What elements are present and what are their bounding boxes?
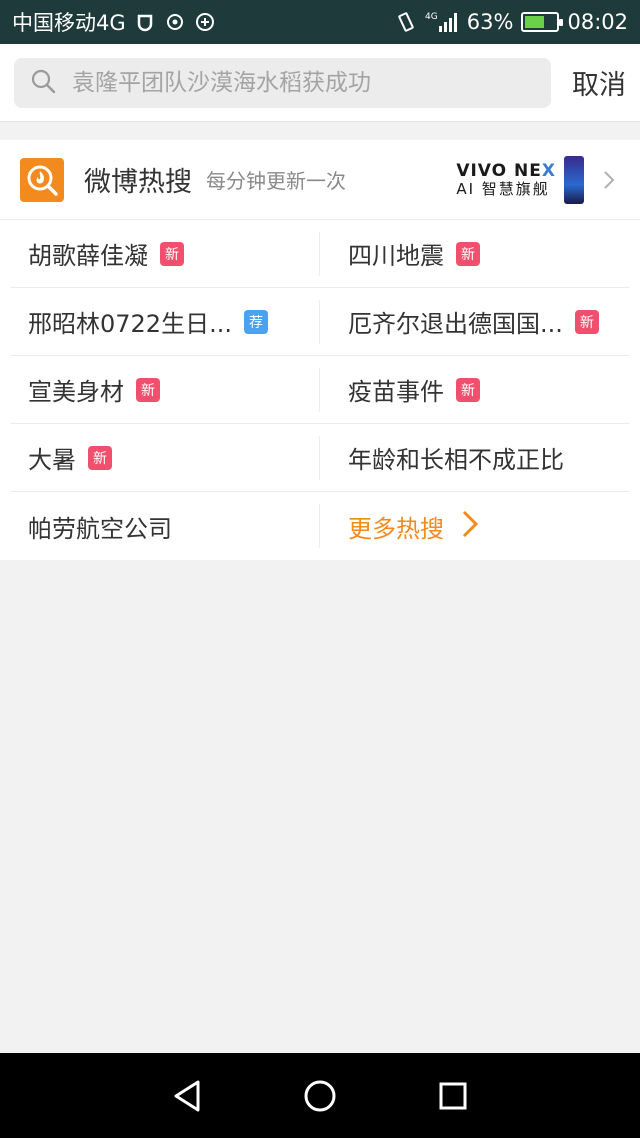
hot-item[interactable]: 四川地震 新 xyxy=(320,220,630,287)
hot-item-text: 大暑 xyxy=(28,446,76,474)
badge-recommend: 荐 xyxy=(243,309,268,334)
battery-percent: 63% xyxy=(466,10,514,34)
alarm-icon xyxy=(134,11,156,33)
sync-icon xyxy=(194,11,216,33)
more-hot-search-link[interactable]: 更多热搜 xyxy=(320,492,630,560)
hot-row: 胡歌薛佳凝 新 四川地震 新 xyxy=(10,220,630,288)
hot-item-text: 年龄和长相不成正比 xyxy=(348,446,564,474)
clock: 08:02 xyxy=(567,10,628,34)
hot-item[interactable]: 年龄和长相不成正比 xyxy=(320,424,630,491)
recents-button[interactable] xyxy=(431,1074,475,1118)
hot-search-card: 微博热搜 每分钟更新一次 VIVO NEX AI 智慧旗舰 胡歌薛佳凝 新 四川… xyxy=(0,140,640,560)
hot-item-text: 四川地震 xyxy=(348,242,444,270)
chevron-right-icon xyxy=(598,169,620,191)
ad-slogan: AI 智慧旗舰 xyxy=(456,179,550,198)
battery-icon xyxy=(521,12,564,32)
hot-row: 帕劳航空公司 更多热搜 xyxy=(10,492,630,560)
recents-square-icon xyxy=(439,1082,467,1109)
hot-search-grid: 胡歌薛佳凝 新 四川地震 新 邢昭林0722生日... 荐 厄齐尔退出德国国..… xyxy=(0,220,640,560)
hot-item[interactable]: 厄齐尔退出德国国... 新 xyxy=(320,288,630,355)
home-circle-icon xyxy=(304,1080,336,1111)
hot-search-header[interactable]: 微博热搜 每分钟更新一次 VIVO NEX AI 智慧旗舰 xyxy=(0,140,640,220)
hot-item-text: 胡歌薛佳凝 xyxy=(28,242,148,270)
hot-item[interactable]: 胡歌薛佳凝 新 xyxy=(10,220,320,287)
hotspot-icon xyxy=(164,11,186,33)
badge-new: 新 xyxy=(574,309,599,334)
navigation-bar xyxy=(0,1053,640,1138)
back-button[interactable] xyxy=(165,1074,209,1118)
more-hot-search-label: 更多热搜 xyxy=(348,514,444,543)
hot-row: 宣美身材 新 疫苗事件 新 xyxy=(10,356,630,424)
home-button[interactable] xyxy=(298,1074,342,1118)
hot-item-text: 邢昭林0722生日... xyxy=(28,310,232,338)
hot-item-text: 厄齐尔退出德国国... xyxy=(348,310,563,338)
search-header: 取消 xyxy=(0,44,640,122)
hot-search-title: 微博热搜 xyxy=(84,167,192,198)
hot-search-logo-icon xyxy=(20,157,64,202)
badge-new: 新 xyxy=(456,241,480,266)
hot-search-subtitle: 每分钟更新一次 xyxy=(206,169,346,193)
hot-row: 邢昭林0722生日... 荐 厄齐尔退出德国国... 新 xyxy=(10,288,630,356)
screen: 中国移动4G 4G 63% 08:02 袁隆平团队沙漠海水稻获成功 取消 微博热… xyxy=(0,0,640,1138)
hot-item[interactable]: 帕劳航空公司 xyxy=(10,492,320,560)
status-bar: 中国移动4G 4G 63% 08:02 xyxy=(0,0,640,44)
ad-brand: VIVO NEX xyxy=(456,160,556,181)
badge-new: 新 xyxy=(456,377,480,402)
search-input[interactable] xyxy=(72,69,535,96)
hot-item-text: 疫苗事件 xyxy=(348,378,444,406)
badge-new: 新 xyxy=(136,377,160,402)
back-triangle-icon xyxy=(174,1080,200,1111)
search-icon xyxy=(30,68,56,98)
hot-row: 大暑 新 年龄和长相不成正比 xyxy=(10,424,630,492)
vibrate-icon xyxy=(395,11,417,33)
cancel-button[interactable]: 取消 xyxy=(572,63,626,102)
ad-phone-image xyxy=(564,155,584,204)
search-box[interactable] xyxy=(14,57,551,108)
hot-item[interactable]: 邢昭林0722生日... 荐 xyxy=(10,288,320,355)
badge-new: 新 xyxy=(88,445,112,470)
hot-item-text: 宣美身材 xyxy=(28,378,124,406)
signal-icon: 4G xyxy=(425,11,459,33)
carrier-label: 中国移动4G xyxy=(12,11,126,35)
hot-item[interactable]: 宣美身材 新 xyxy=(10,356,320,423)
network-type-label: 4G xyxy=(425,12,438,22)
ad-banner[interactable]: VIVO NEX AI 智慧旗舰 xyxy=(456,155,620,204)
chevron-right-icon xyxy=(460,509,480,543)
badge-new: 新 xyxy=(160,241,184,266)
hot-item-text: 帕劳航空公司 xyxy=(28,514,172,543)
hot-item[interactable]: 疫苗事件 新 xyxy=(320,356,630,423)
hot-item[interactable]: 大暑 新 xyxy=(10,424,320,491)
